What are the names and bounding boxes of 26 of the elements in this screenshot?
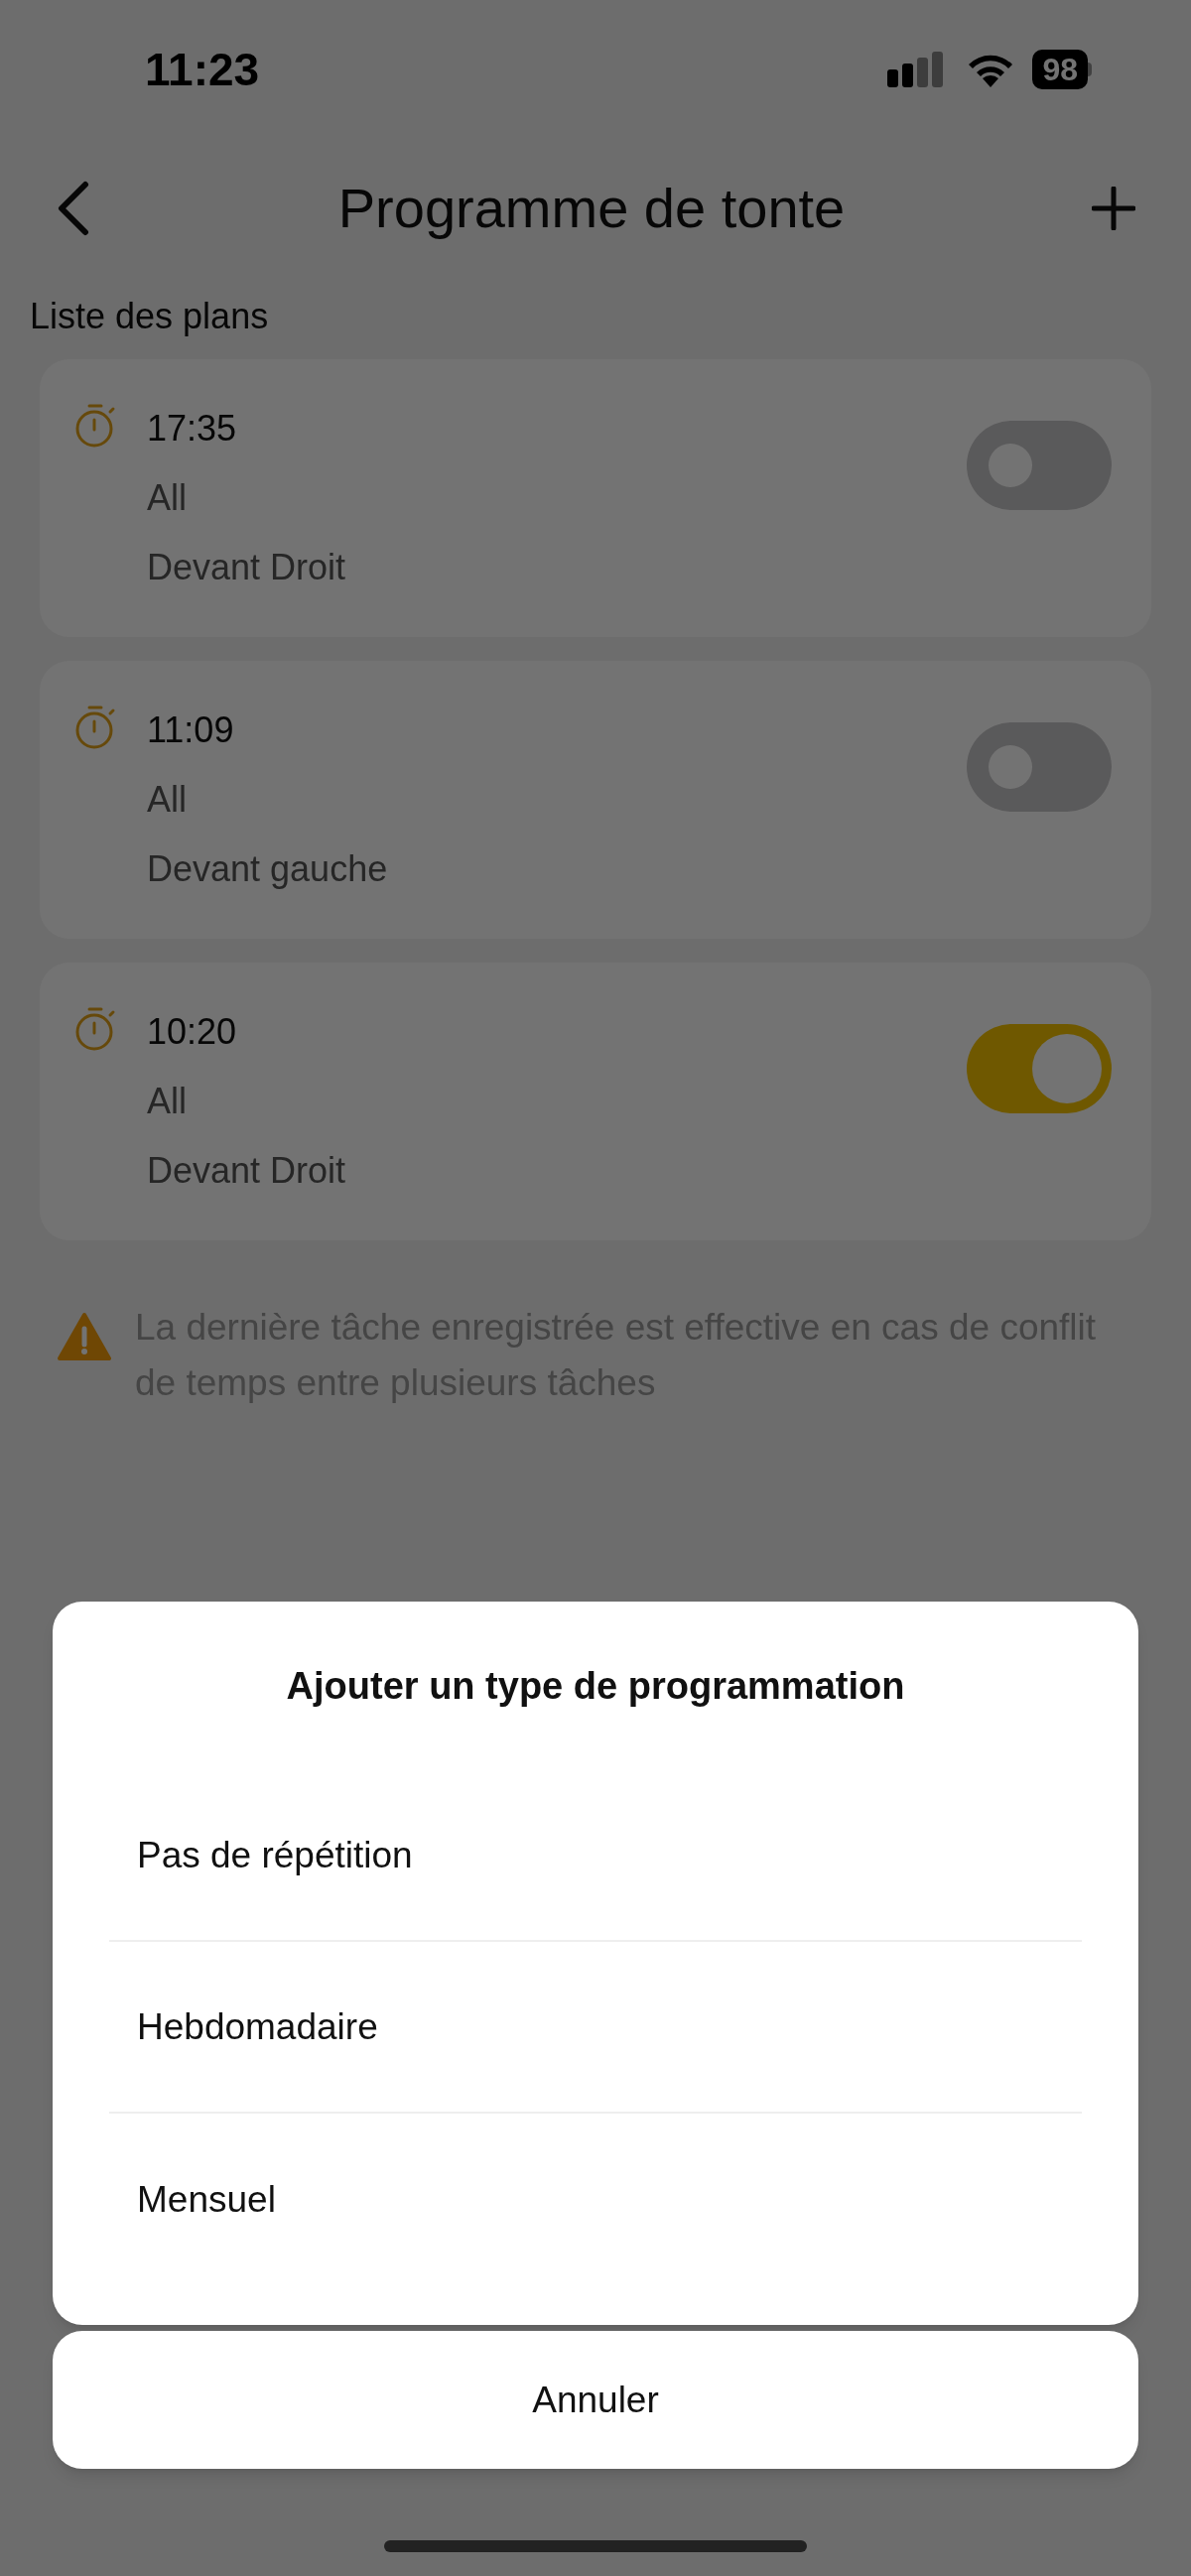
plan-card[interactable]: 10:20 All Devant Droit [40,963,1151,1240]
sheet-option[interactable]: Hebdomadaire [137,1998,378,2055]
sheet-title: Ajouter un type de programmation [286,1663,905,1709]
plan-time: 17:35 [147,407,238,451]
status-time: 11:23 [145,42,260,97]
plan-time: 10:20 [147,1010,238,1054]
page-title: Programme de tonte [337,176,846,241]
plan-zone: Devant Droit [147,546,346,589]
sheet-option[interactable]: Pas de répétition [137,1827,413,1883]
sheet-option[interactable]: Mensuel [137,2171,276,2228]
stopwatch-icon [73,403,117,449]
plan-repeat: All [147,1080,188,1123]
cancel-button[interactable]: Annuler [53,2331,1138,2469]
warning-icon [58,1312,111,1361]
stopwatch-icon [73,705,117,750]
plan-repeat: All [147,476,188,520]
stopwatch-icon [73,1006,117,1052]
section-title: Liste des plans [30,296,269,336]
plan-zone: Devant gauche [147,847,388,891]
plan-zone: Devant Droit [147,1149,346,1193]
add-icon[interactable] [1092,187,1135,230]
plan-card[interactable]: 11:09 All Devant gauche [40,661,1151,939]
plan-card[interactable]: 17:35 All Devant Droit [40,359,1151,637]
plan-repeat: All [147,778,188,822]
back-icon[interactable] [56,181,91,236]
plan-time: 11:09 [147,708,235,752]
